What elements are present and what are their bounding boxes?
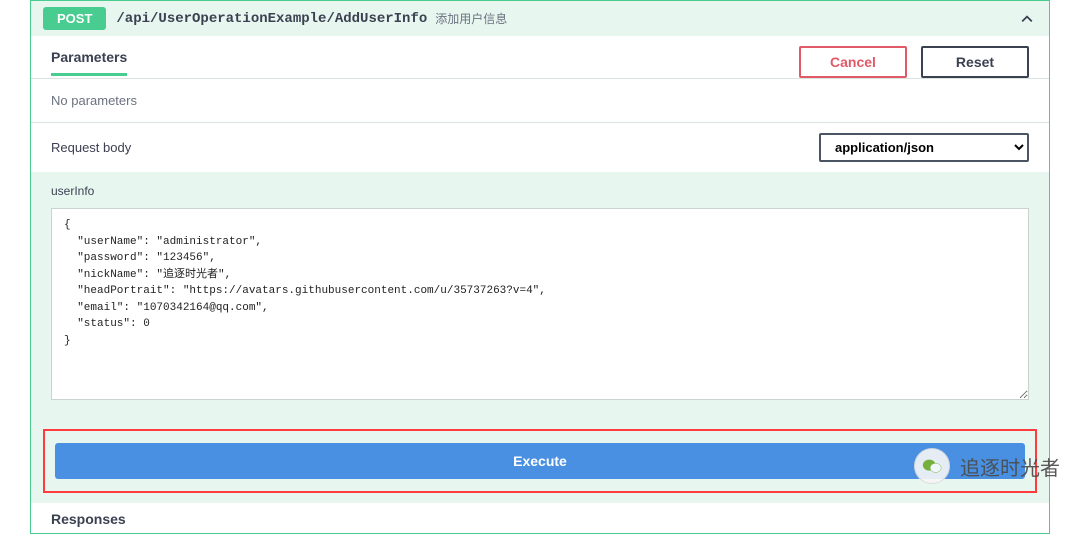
watermark-text: 追逐时光者 [960,452,1060,481]
responses-tab[interactable]: Responses [51,511,126,533]
action-buttons: Cancel Reset [799,46,1029,78]
content-type-select[interactable]: application/json [819,133,1029,162]
watermark: 追逐时光者 [914,448,1060,484]
endpoint-description: 添加用户信息 [435,10,507,27]
api-operation-panel: POST /api/UserOperationExample/AddUserIn… [30,0,1050,534]
request-body-textarea[interactable] [51,208,1029,400]
cancel-button[interactable]: Cancel [799,46,907,78]
parameters-tab[interactable]: Parameters [51,49,127,76]
no-parameters-text: No parameters [31,79,1049,123]
execute-button[interactable]: Execute [55,443,1025,479]
request-body-row: Request body application/json [31,123,1049,172]
wechat-icon [914,448,950,484]
request-body-label: Request body [51,140,131,155]
request-body-section: userInfo [31,172,1049,423]
chevron-up-icon[interactable] [1019,11,1035,27]
responses-header-row: Responses [31,503,1049,533]
http-method-badge: POST [43,7,106,30]
parameters-header-row: Parameters Cancel Reset [31,36,1049,78]
execute-highlight-box: Execute [43,429,1037,493]
endpoint-path: /api/UserOperationExample/AddUserInfo [116,11,427,27]
model-name-label: userInfo [51,184,1029,198]
reset-button[interactable]: Reset [921,46,1029,78]
operation-header[interactable]: POST /api/UserOperationExample/AddUserIn… [31,1,1049,36]
